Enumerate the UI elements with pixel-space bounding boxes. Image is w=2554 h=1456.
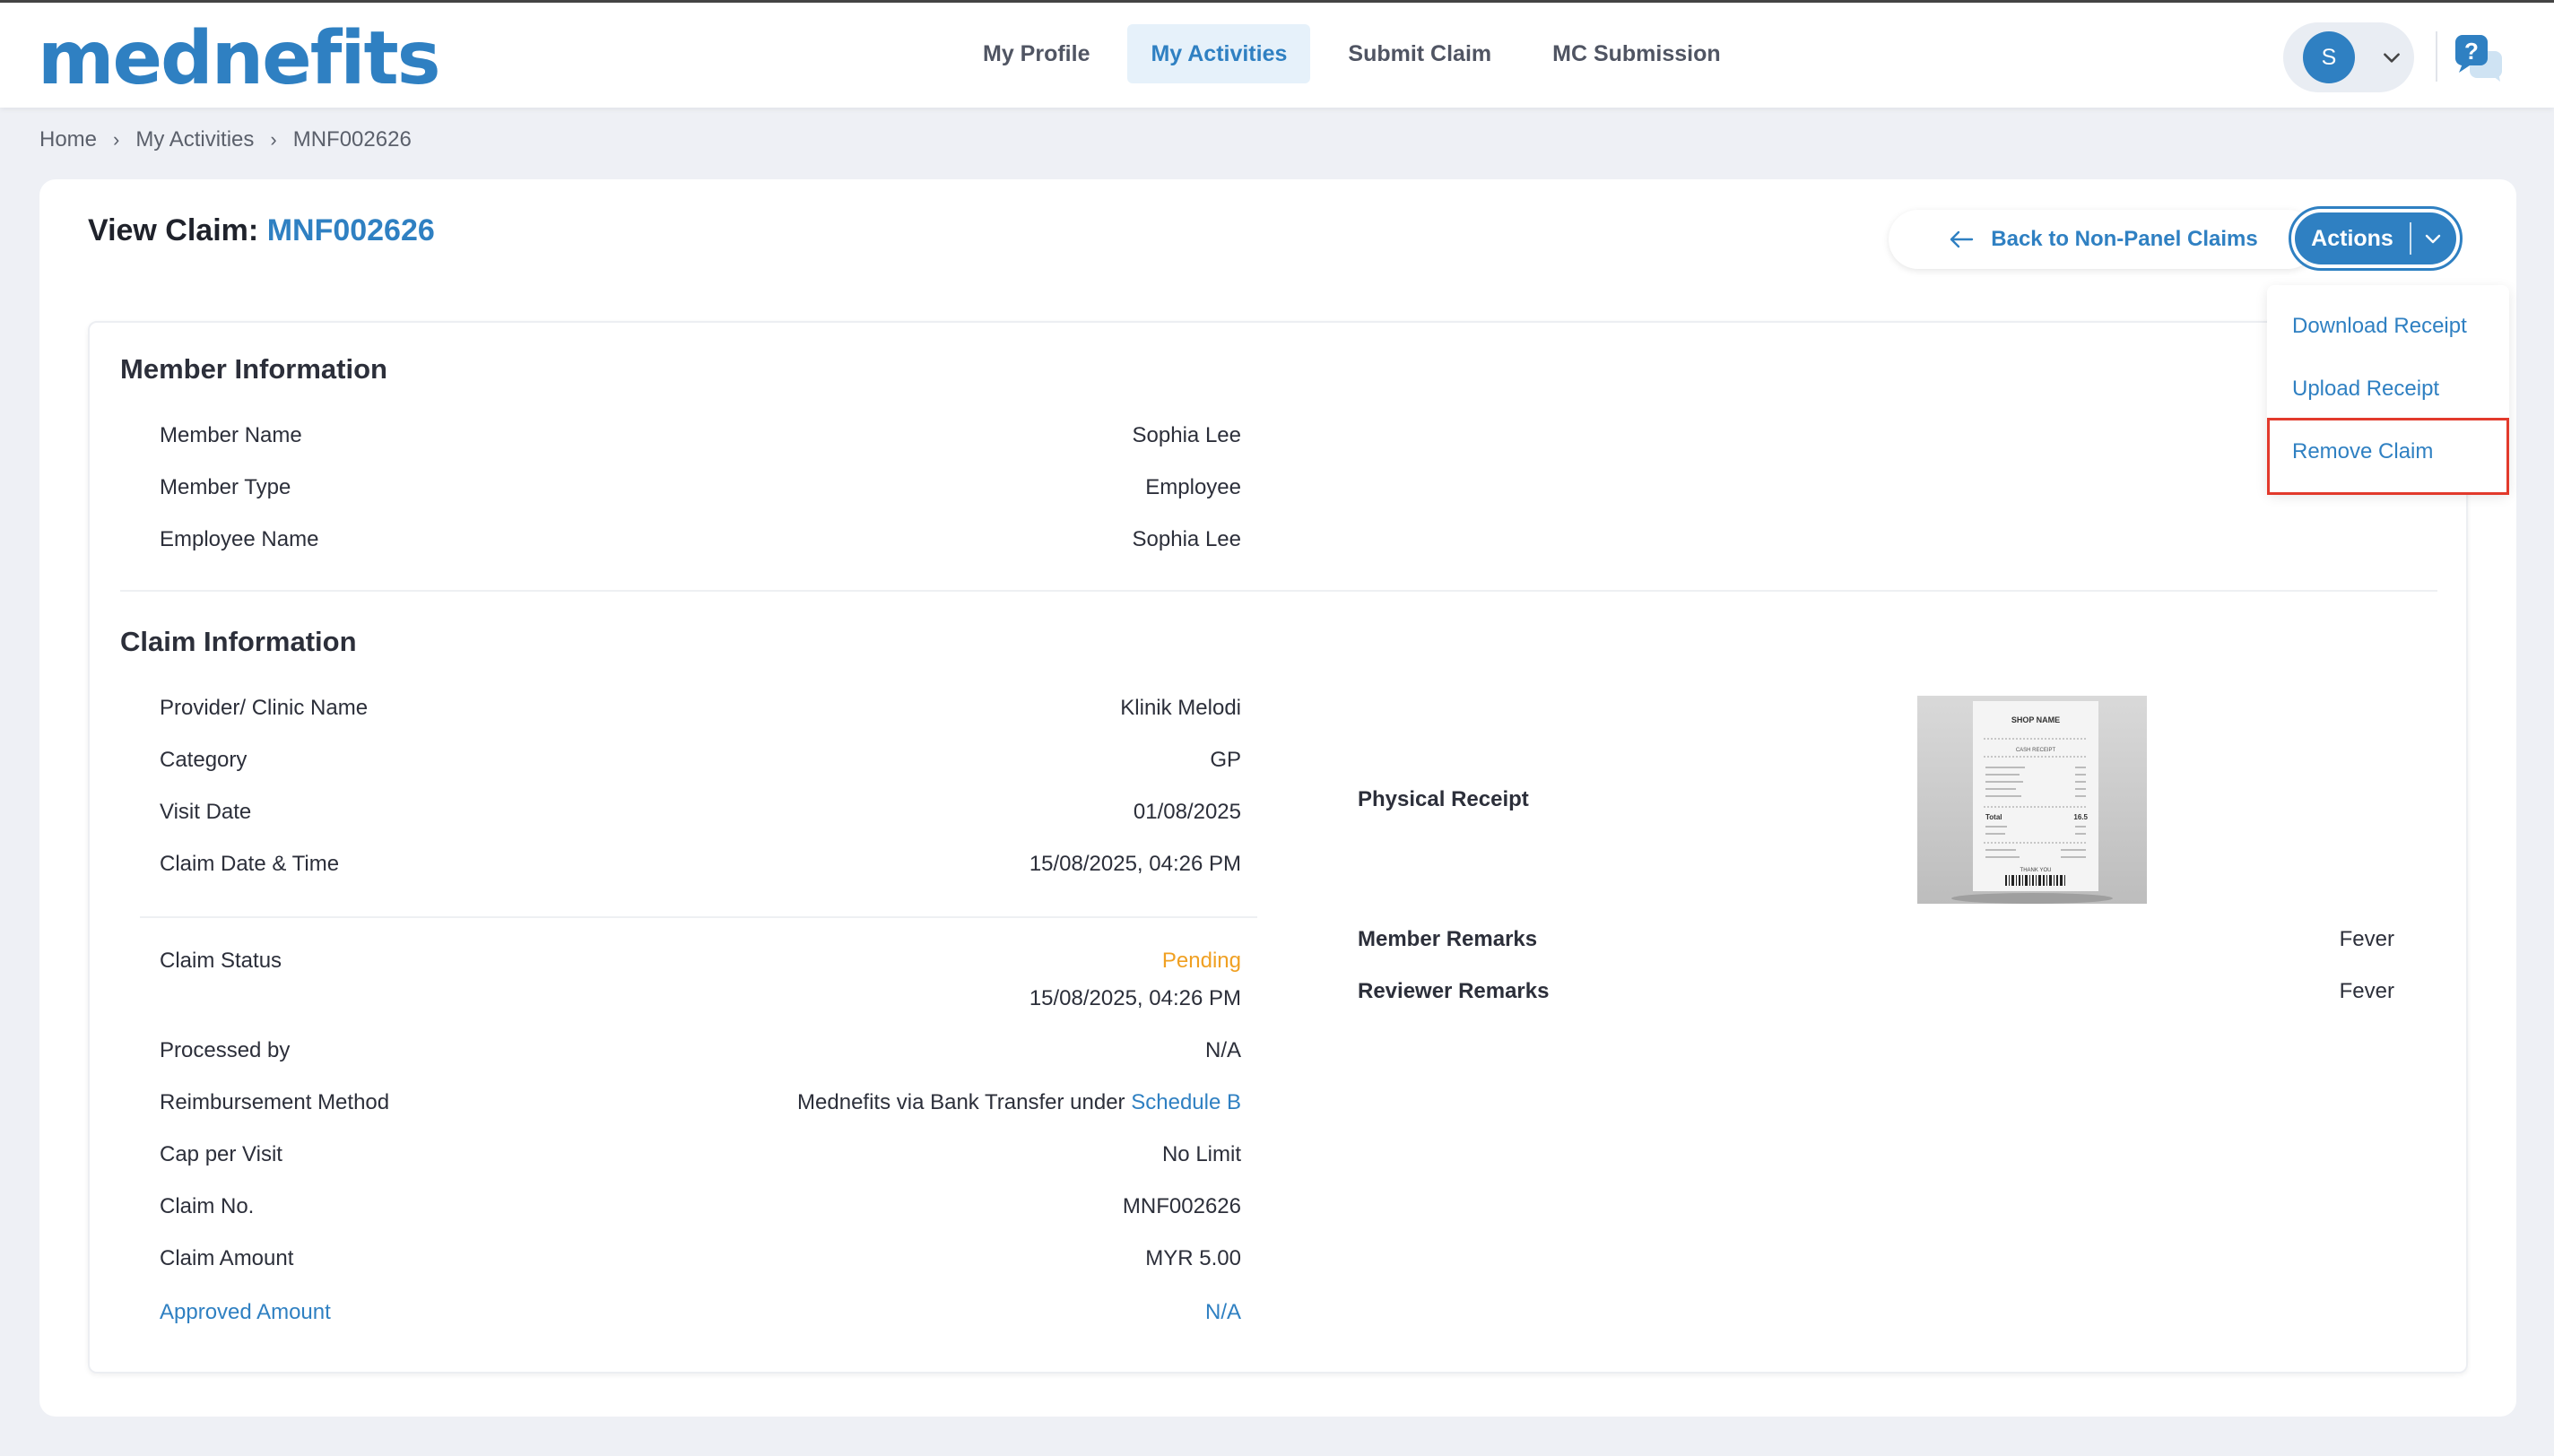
visit-date-value: 01/08/2025	[1133, 800, 1241, 824]
top-navigation-bar: mednefits My Profile My Activities Submi…	[0, 0, 2554, 108]
page-title: View Claim: MNF002626	[88, 213, 435, 248]
cap-per-visit-value: No Limit	[1161, 1142, 1241, 1166]
claim-information-title: Claim Information	[120, 626, 357, 657]
arrow-left-icon	[1950, 230, 1974, 248]
reimbursement-method-text: Mednefits via Bank Transfer under	[797, 1090, 1125, 1114]
claim-section-divider	[140, 916, 1257, 918]
menu-item-download-receipt[interactable]: Download Receipt	[2292, 314, 2467, 339]
member-type-value: Employee	[1145, 475, 1241, 499]
user-menu-button[interactable]: S	[2283, 22, 2414, 92]
nav-my-profile[interactable]: My Profile	[960, 24, 1113, 83]
member-remarks-value: Fever	[2339, 927, 2394, 951]
actions-button-label: Actions	[2311, 225, 2393, 251]
claim-datetime-value: 15/08/2025, 04:26 PM	[1029, 852, 1241, 876]
mednefits-logo[interactable]: mednefits	[38, 19, 441, 100]
provider-clinic-value: Klinik Melodi	[1120, 696, 1241, 720]
claim-card: View Claim: MNF002626 Back to Non-Panel …	[39, 179, 2516, 1417]
receipt-heading: CASH RECEIPT	[2016, 748, 2056, 753]
member-name-value: Sophia Lee	[1132, 423, 1241, 447]
reimbursement-method-label: Reimbursement Method	[160, 1090, 390, 1114]
claim-datetime-label: Claim Date & Time	[160, 852, 340, 876]
member-name-label: Member Name	[160, 423, 302, 447]
actions-button[interactable]: Actions	[2289, 206, 2463, 271]
claim-details-panel: Member Information Member Name Sophia Le…	[88, 321, 2468, 1374]
receipt-shop-name: SHOP NAME	[2011, 715, 2060, 724]
avatar: S	[2303, 31, 2355, 83]
employee-name-label: Employee Name	[160, 527, 319, 551]
category-label: Category	[160, 748, 248, 772]
claim-amount-value: MYR 5.00	[1145, 1246, 1241, 1270]
back-button-label: Back to Non-Panel Claims	[1991, 227, 2258, 251]
breadcrumb-home[interactable]: Home	[39, 127, 97, 152]
member-type-label: Member Type	[160, 475, 291, 499]
processed-by-label: Processed by	[160, 1038, 291, 1062]
nav-my-activities[interactable]: My Activities	[1127, 24, 1311, 83]
nav-submit-claim[interactable]: Submit Claim	[1325, 24, 1515, 83]
section-divider	[120, 590, 2437, 592]
breadcrumb-my-activities[interactable]: My Activities	[135, 127, 254, 152]
chevron-down-icon	[2411, 228, 2454, 249]
receipt-image: SHOP NAME CASH RECEIPT Total 16.5 THANK …	[1951, 701, 2113, 904]
nav-divider	[2436, 31, 2437, 82]
help-chat-icon[interactable]: ?	[2454, 33, 2506, 83]
claim-status-label: Claim Status	[160, 949, 282, 973]
menu-item-upload-receipt[interactable]: Upload Receipt	[2292, 377, 2439, 402]
svg-text:?: ?	[2464, 38, 2479, 65]
back-to-non-panel-claims-button[interactable]: Back to Non-Panel Claims	[1889, 210, 2317, 269]
claim-status-value: Pending	[1161, 949, 1241, 973]
chevron-down-icon	[2384, 53, 2400, 63]
receipt-total-label: Total	[1985, 813, 2002, 821]
nav-mc-submission[interactable]: MC Submission	[1529, 24, 1744, 83]
claim-amount-label: Claim Amount	[160, 1246, 294, 1270]
breadcrumb-current: MNF002626	[292, 127, 412, 152]
reviewer-remarks-value: Fever	[2339, 979, 2394, 1003]
visit-date-label: Visit Date	[160, 800, 252, 824]
claim-no-value: MNF002626	[1122, 1194, 1241, 1218]
schedule-b-link[interactable]: Schedule B	[1131, 1090, 1241, 1114]
employee-name-value: Sophia Lee	[1132, 527, 1241, 551]
claim-no-label: Claim No.	[160, 1194, 255, 1218]
page-title-prefix: View Claim:	[88, 213, 259, 247]
actions-button-inner: Actions	[2295, 212, 2456, 264]
breadcrumb: Home › My Activities › MNF002626	[39, 127, 412, 152]
physical-receipt-label: Physical Receipt	[1358, 787, 1529, 811]
approved-amount-label: Approved Amount	[160, 1300, 331, 1324]
reimbursement-method-value: Mednefits via Bank Transfer under Schedu…	[797, 1090, 1241, 1115]
receipt-total-value: 16.5	[2073, 813, 2088, 821]
claim-status-timestamp: 15/08/2025, 04:26 PM	[1029, 986, 1241, 1010]
receipt-thumbnail[interactable]: SHOP NAME CASH RECEIPT Total 16.5 THANK …	[1917, 696, 2147, 904]
menu-item-remove-claim[interactable]: Remove Claim	[2292, 439, 2433, 464]
member-remarks-label: Member Remarks	[1358, 927, 1538, 951]
processed-by-value: N/A	[1204, 1038, 1241, 1062]
approved-amount-value: N/A	[1204, 1300, 1241, 1324]
main-nav: My Profile My Activities Submit Claim MC…	[960, 24, 1744, 85]
page-title-claim-id: MNF002626	[266, 213, 435, 247]
provider-clinic-label: Provider/ Clinic Name	[160, 696, 369, 720]
member-information-title: Member Information	[120, 353, 387, 385]
breadcrumb-separator-icon: ›	[270, 128, 277, 151]
category-value: GP	[1210, 748, 1241, 772]
receipt-thanks: THANK YOU	[2020, 868, 2052, 873]
actions-dropdown-menu: Download Receipt Upload Receipt Remove C…	[2267, 285, 2509, 495]
reviewer-remarks-label: Reviewer Remarks	[1358, 979, 1550, 1003]
breadcrumb-separator-icon: ›	[113, 128, 120, 151]
cap-per-visit-label: Cap per Visit	[160, 1142, 282, 1166]
